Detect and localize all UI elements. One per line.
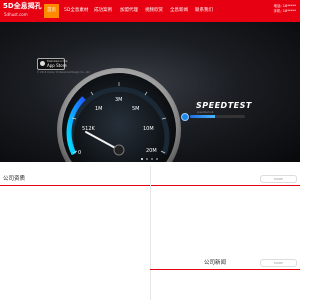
slider-dot[interactable] [141, 158, 143, 160]
logo-text: 5D全息揭孔 [3, 2, 42, 10]
slider-dot[interactable] [146, 158, 148, 160]
gauge-label-10m: 10M [143, 126, 154, 132]
progress-icon [181, 113, 189, 121]
top-header: 5D全息揭孔 5dhust.com 首页 5D全息素材 成功案例 加盟代理 视频… [0, 0, 300, 22]
more-button[interactable]: MORE [260, 259, 297, 267]
more-button[interactable]: MORE [260, 175, 297, 183]
nav-item-home[interactable]: 首页 [44, 4, 59, 18]
speed-gauge [57, 68, 181, 162]
gauge-label-20m: 20M [146, 148, 157, 154]
logo-subtext: 5dhust.com [4, 12, 28, 17]
nav-item-news[interactable]: 全息新闻 [170, 4, 188, 18]
gauge-label-3m: 3M [115, 97, 123, 103]
slider-dot[interactable] [156, 158, 158, 160]
nav-item-franchise[interactable]: 加盟代理 [120, 4, 138, 18]
nav-item-video[interactable]: 视频欣赏 [145, 4, 163, 18]
gauge-label-5m: 5M [132, 106, 140, 112]
gauge-hub [113, 144, 125, 156]
nav-item-cases[interactable]: 成功案例 [94, 4, 112, 18]
speedtest-subtitle: speedtest.net [197, 111, 214, 114]
site-logo[interactable]: 5D全息揭孔 5dhust.com [3, 2, 42, 20]
nav-item-materials[interactable]: 5D全息素材 [64, 4, 88, 18]
company-profile-title: 公司资质 [3, 176, 26, 182]
hero-banner[interactable]: Download on the App Store © 2014 Ookla /… [0, 22, 300, 162]
nav-item-contact[interactable]: 联系我们 [195, 4, 213, 18]
section-divider [150, 269, 300, 270]
column-divider [150, 166, 151, 300]
header-contact: 电话: 18***** 手机: 18***** [274, 4, 297, 14]
company-news-section: 公司新闻 MORE [0, 255, 300, 275]
gauge-label-0: 0 [78, 150, 82, 156]
gauge-label-1m: 1M [95, 106, 103, 112]
gauge-label-512k: 512K [82, 126, 95, 132]
slider-dot[interactable] [151, 158, 153, 160]
contact-mobile: 手机: 18***** [273, 9, 297, 13]
company-news-title: 公司新闻 [204, 260, 227, 266]
speedtest-logo: SPEEDTEST [196, 101, 252, 110]
progress-fill [190, 115, 215, 118]
progress-bar [190, 115, 245, 118]
